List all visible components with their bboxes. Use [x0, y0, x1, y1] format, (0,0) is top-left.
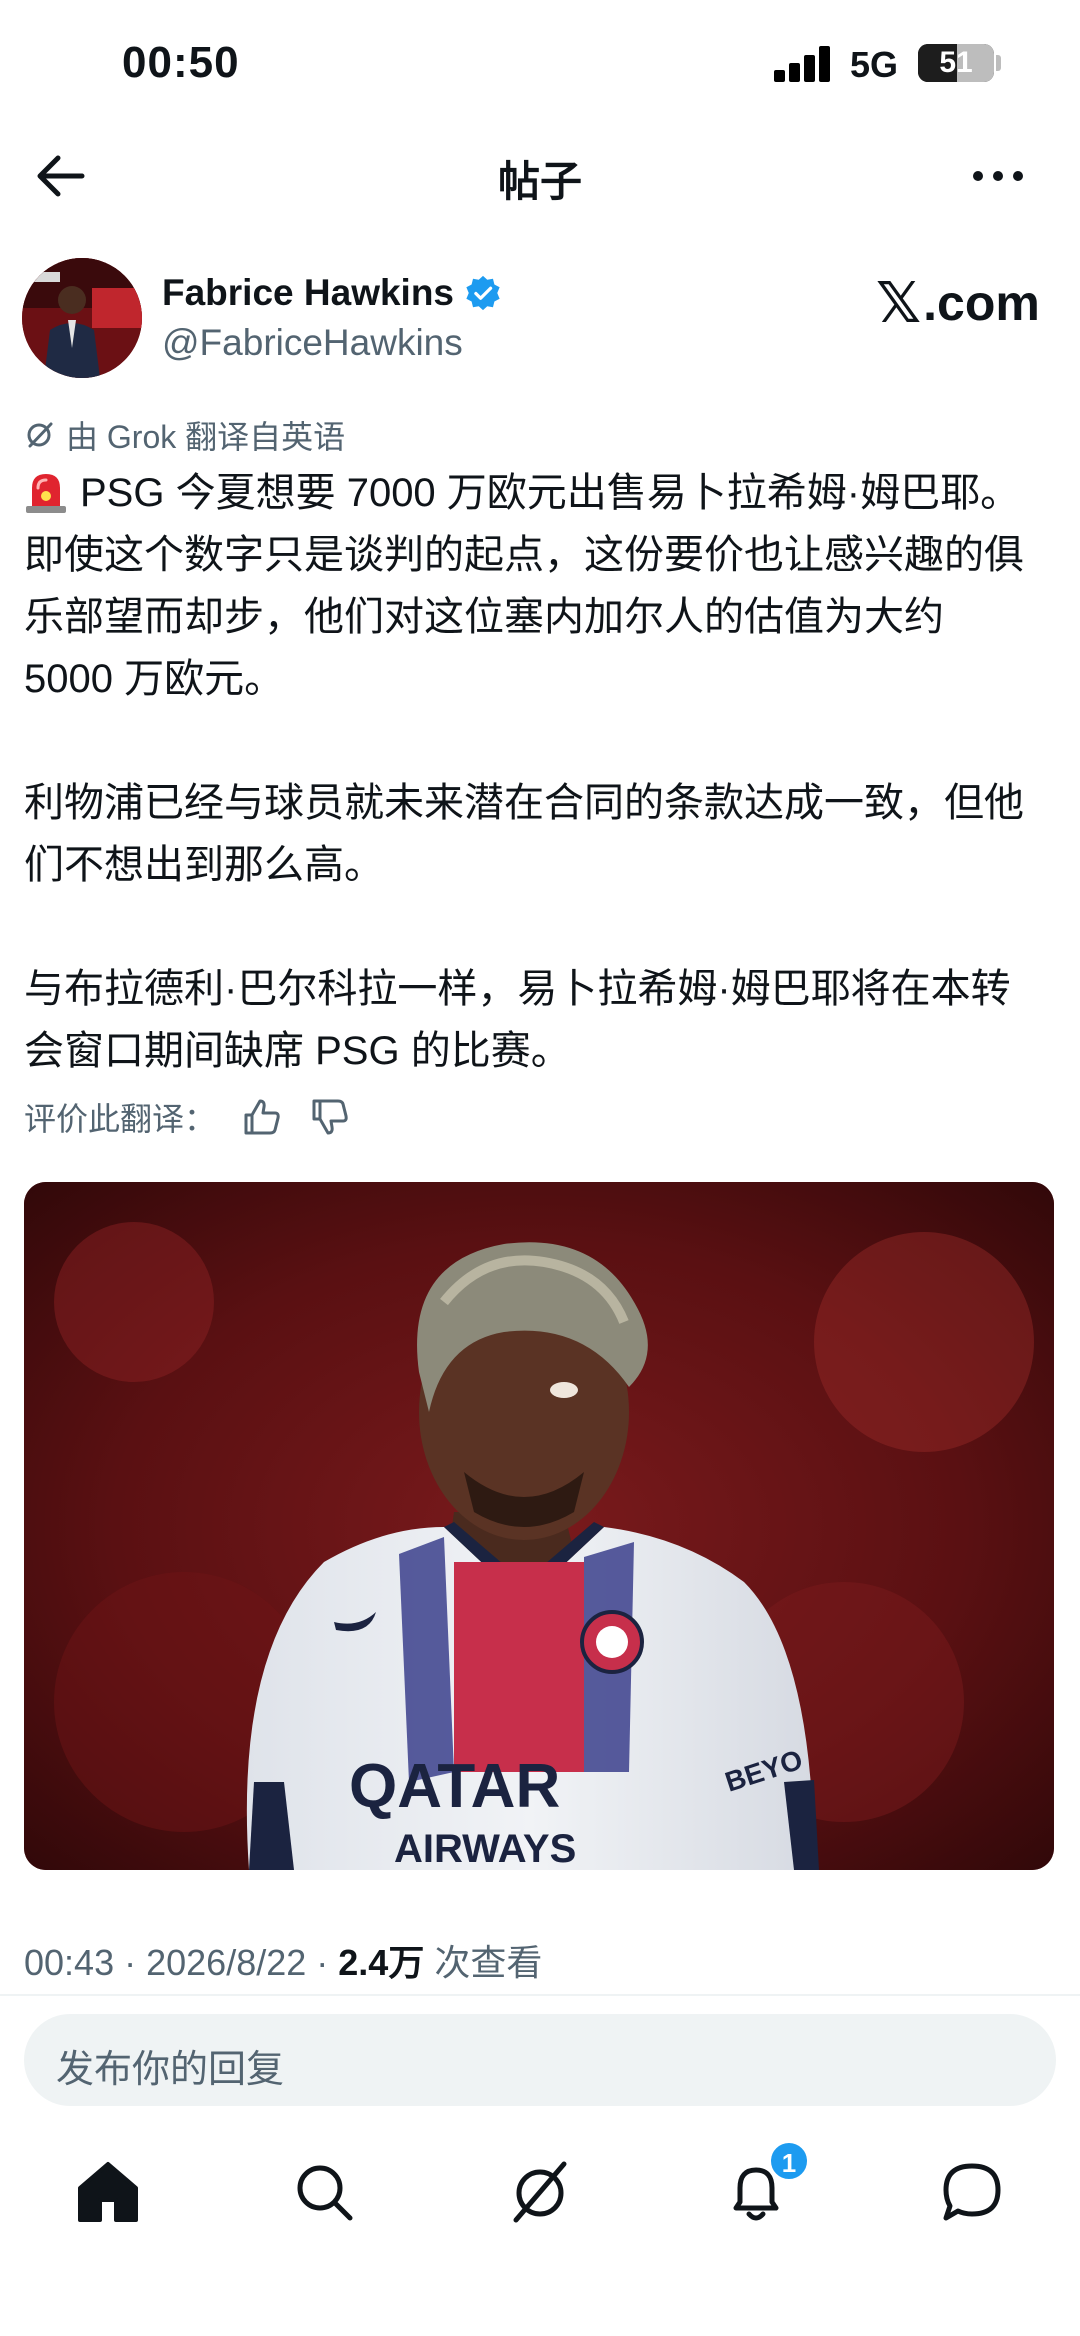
view-count-label: 次查看	[434, 1942, 543, 1983]
post-paragraph-1-text: PSG 今夏想要 7000 万欧元出售易卜拉希姆·姆巴耶。即使这个数字只是谈判的…	[24, 471, 1024, 701]
post-meta: 00:43 · 2026/8/22 · 2.4万 次查看	[24, 1934, 542, 1986]
post-time: 00:43	[24, 1942, 115, 1983]
meta-separator: ·	[316, 1942, 339, 1983]
cellular-signal-icon	[774, 44, 834, 82]
meta-separator: ·	[124, 1942, 147, 1983]
more-horizontal-icon	[973, 171, 1023, 181]
reply-placeholder: 发布你的回复	[56, 2049, 285, 2091]
post-paragraph-3: 与布拉德利·巴尔科拉一样，易卜拉希姆·姆巴耶将在本转会窗口期间缺席 PSG 的比…	[24, 967, 1011, 1073]
view-count: 2.4万	[338, 1942, 425, 1983]
author-name: Fabrice Hawkins	[162, 272, 455, 313]
verified-badge-icon	[466, 275, 500, 311]
search-icon[interactable]	[286, 2154, 362, 2230]
battery-cap	[996, 55, 1001, 71]
translation-note-text: 由 Grok 翻译自英语	[66, 419, 346, 455]
author-handle[interactable]: @FabriceHawkins	[162, 322, 463, 364]
post-date: 2026/8/22	[146, 1942, 307, 1983]
svg-text:AIRWAYS: AIRWAYS	[394, 1827, 576, 1870]
messages-icon[interactable]	[934, 2154, 1010, 2230]
translation-note: 由 Grok 翻译自英语	[24, 412, 345, 458]
siren-icon	[26, 474, 66, 513]
battery-percent: 51	[939, 46, 973, 79]
nav-header: 帖子	[0, 130, 1080, 220]
x-logo-icon: 𝕏	[876, 271, 922, 334]
thumbs-down-icon[interactable]	[308, 1095, 352, 1139]
avatar[interactable]	[22, 258, 142, 378]
watermark-text: .com	[923, 275, 1040, 331]
rate-translation-row: 评价此翻译：	[24, 1094, 352, 1140]
page-title: 帖子	[497, 158, 582, 205]
football-player-photo: QATAR AIRWAYS BEYO	[24, 1182, 1054, 1870]
rate-translation-label: 评价此翻译：	[24, 1101, 217, 1137]
divider	[0, 1994, 1080, 1996]
post-text: PSG 今夏想要 7000 万欧元出售易卜拉希姆·姆巴耶。即使这个数字只是谈判的…	[24, 462, 1044, 1082]
thumbs-up-icon[interactable]	[240, 1095, 284, 1139]
status-bar: 00:50 5G 51	[0, 0, 1080, 130]
avatar-image	[22, 258, 142, 378]
post-paragraph-2: 利物浦已经与球员就未来潜在合同的条款达成一致，但他们不想出到那么高。	[24, 781, 1024, 887]
x-com-watermark: 𝕏 .com	[876, 270, 1040, 336]
reply-input[interactable]: 发布你的回复	[24, 2014, 1056, 2106]
home-icon[interactable]	[70, 2154, 146, 2230]
post-paragraph-1: PSG 今夏想要 7000 万欧元出售易卜拉希姆·姆巴耶。即使这个数字只是谈判的…	[24, 462, 1044, 710]
grok-icon[interactable]	[502, 2154, 578, 2230]
battery-icon: 51	[918, 44, 994, 82]
post-image[interactable]: QATAR AIRWAYS BEYO	[24, 1182, 1054, 1870]
bottom-tab-bar	[0, 2140, 1080, 2260]
notification-badge: 1	[768, 2140, 810, 2182]
network-type: 5G	[850, 44, 899, 85]
grok-translate-icon	[27, 422, 53, 448]
svg-text:QATAR: QATAR	[349, 1752, 560, 1821]
author-name-row[interactable]: Fabrice Hawkins	[162, 272, 502, 314]
more-button[interactable]	[968, 148, 1028, 204]
status-time: 00:50	[122, 38, 240, 87]
